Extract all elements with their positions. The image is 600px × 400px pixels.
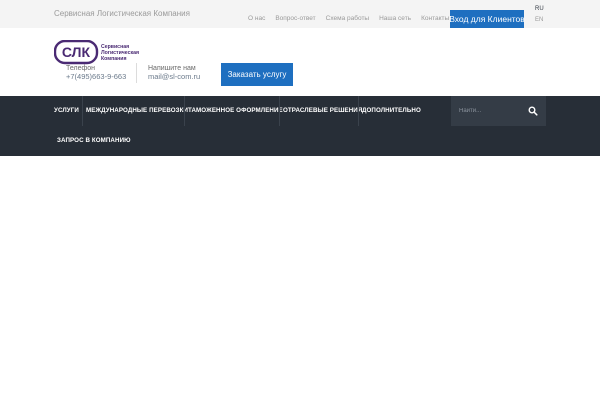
phone-block: Телефон +7(495)663-9-663: [66, 65, 126, 81]
lang-en-link[interactable]: EN: [535, 17, 543, 23]
nav-separator: [279, 96, 280, 126]
mail-block: Напишите нам mail@sl-com.ru: [148, 65, 200, 81]
nav-search: [451, 96, 546, 126]
nav-separator: [82, 96, 83, 126]
company-tagline: Сервисная Логистическая Компания: [54, 9, 190, 18]
nav-separator: [358, 96, 359, 126]
logo-abbr: СЛК: [62, 44, 91, 60]
client-login-button[interactable]: Вход для Клиентов: [449, 10, 525, 28]
nav-item-services[interactable]: УСЛУГИ: [54, 107, 79, 114]
search-input[interactable]: [459, 105, 529, 117]
top-links: О нас Вопрос-ответ Схема работы Наша сет…: [248, 15, 459, 22]
top-link-contacts[interactable]: Контакты: [421, 15, 449, 22]
nav-item-international-transport[interactable]: МЕЖДУНАРОДНЫЕ ПЕРЕВОЗКИ: [86, 107, 188, 114]
top-utility-bar: Сервисная Логистическая Компания О нас В…: [0, 0, 600, 28]
company-logo[interactable]: СЛК Сервисная Логистическая Компания: [54, 40, 140, 66]
lang-ru-link[interactable]: RU: [535, 6, 544, 12]
top-link-about[interactable]: О нас: [248, 15, 265, 22]
header-divider: [136, 63, 137, 83]
phone-label: Телефон: [66, 65, 96, 72]
top-link-faq[interactable]: Вопрос-ответ: [275, 15, 315, 22]
phone-value[interactable]: +7(495)663-9-663: [66, 73, 126, 81]
top-link-workflow[interactable]: Схема работы: [326, 15, 369, 22]
nav-separator: [184, 96, 185, 126]
nav-item-company-request[interactable]: ЗАПРОС В КОМПАНИЮ: [57, 137, 131, 144]
search-icon[interactable]: [528, 106, 538, 116]
top-link-network[interactable]: Наша сеть: [379, 15, 411, 22]
logo-text-line-3: Компания: [101, 56, 126, 62]
mail-label: Напишите нам: [148, 65, 196, 72]
nav-item-additional[interactable]: ДОПОЛНИТЕЛЬНО: [362, 107, 421, 114]
order-service-button[interactable]: Заказать услугу: [221, 63, 293, 86]
nav-item-industry-solutions[interactable]: ОТРАСЛЕВЫЕ РЕШЕНИЯ: [283, 107, 362, 114]
mail-value[interactable]: mail@sl-com.ru: [148, 73, 200, 81]
nav-item-customs-clearance[interactable]: ТАМОЖЕННОЕ ОФОРМЛЕНИЕ: [188, 107, 283, 114]
